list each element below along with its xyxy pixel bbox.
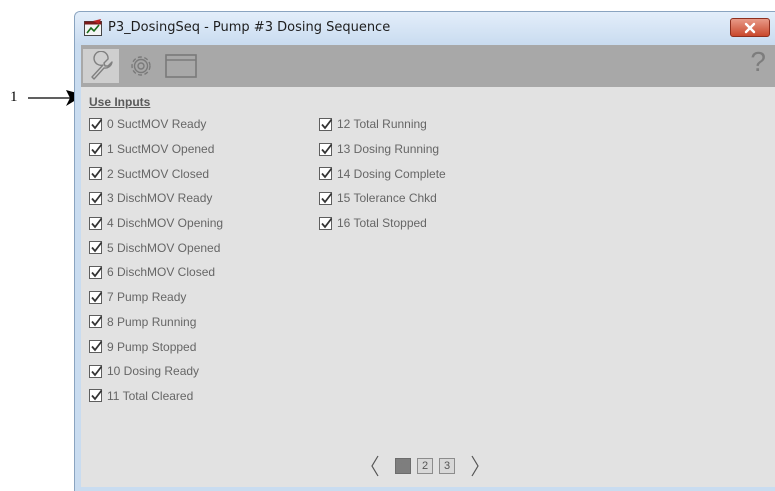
checkmark-icon bbox=[91, 390, 103, 401]
chevron-left-icon bbox=[371, 455, 379, 477]
checkbox[interactable] bbox=[89, 167, 103, 181]
section-title: Use Inputs bbox=[89, 95, 151, 109]
checkbox-row[interactable]: 2 SuctMOV Closed bbox=[89, 161, 223, 186]
checkbox-row[interactable]: 5 DischMOV Opened bbox=[89, 235, 223, 260]
checkbox-label: 16 Total Stopped bbox=[337, 216, 427, 231]
page-3-button[interactable]: 3 bbox=[439, 458, 455, 474]
checkmark-icon bbox=[321, 118, 333, 130]
checkbox[interactable] bbox=[89, 142, 103, 156]
checkbox[interactable] bbox=[89, 315, 103, 329]
checkmark-icon bbox=[91, 242, 103, 253]
page-navigator: 1 2 3 bbox=[366, 454, 484, 478]
checkmark-icon bbox=[91, 192, 103, 204]
inputs-column-right: 12 Total Running 13 Dosing Running 14 Do… bbox=[319, 112, 446, 235]
checkbox-label: 9 Pump Stopped bbox=[107, 339, 197, 354]
checkbox-row[interactable]: 16 Total Stopped bbox=[319, 211, 446, 236]
tab-configuration[interactable] bbox=[123, 49, 159, 83]
checkbox-label: 14 Dosing Complete bbox=[337, 166, 446, 181]
page-1-button[interactable]: 1 bbox=[395, 458, 411, 474]
next-page-button[interactable] bbox=[466, 454, 484, 478]
checkbox-row[interactable]: 0 SuctMOV Ready bbox=[89, 112, 223, 137]
checkbox[interactable] bbox=[89, 216, 103, 230]
checkbox[interactable] bbox=[319, 216, 333, 230]
checkbox-row[interactable]: 12 Total Running bbox=[319, 112, 446, 137]
inputs-column-left: 0 SuctMOV Ready 1 SuctMOV Opened 2 SuctM… bbox=[89, 112, 223, 408]
checkmark-icon bbox=[91, 340, 103, 352]
checkmark-icon bbox=[91, 168, 103, 179]
title-bar[interactable]: P3_DosingSeq - Pump #3 Dosing Sequence bbox=[75, 12, 775, 44]
checkbox-label: 0 SuctMOV Ready bbox=[107, 117, 207, 132]
checkmark-icon bbox=[321, 217, 333, 229]
checkmark-icon bbox=[321, 168, 333, 179]
gear-icon bbox=[131, 56, 151, 76]
checkbox-row[interactable]: 7 Pump Ready bbox=[89, 285, 223, 310]
checkbox-row[interactable]: 13 Dosing Running bbox=[319, 137, 446, 162]
checkbox[interactable] bbox=[319, 142, 333, 156]
checkbox-label: 4 DischMOV Opening bbox=[107, 216, 224, 231]
checkbox[interactable] bbox=[89, 241, 103, 255]
window-icon bbox=[165, 54, 197, 78]
checkbox-label: 10 Dosing Ready bbox=[107, 364, 200, 379]
tab-maintenance[interactable] bbox=[83, 49, 119, 83]
checkbox-label: 2 SuctMOV Closed bbox=[107, 166, 210, 181]
prev-page-button[interactable] bbox=[366, 454, 384, 478]
checkbox-row[interactable]: 11 Total Cleared bbox=[89, 384, 223, 409]
checkmark-icon bbox=[91, 316, 103, 327]
checkbox[interactable] bbox=[89, 117, 103, 131]
close-x-icon bbox=[744, 22, 756, 33]
checkbox[interactable] bbox=[319, 117, 333, 131]
checkmark-icon bbox=[321, 192, 333, 204]
checkmark-icon bbox=[91, 365, 103, 377]
checkbox[interactable] bbox=[319, 167, 333, 181]
use-inputs-panel: Use Inputs 0 SuctMOV Ready 1 SuctMOV Ope… bbox=[81, 87, 775, 487]
checkbox[interactable] bbox=[89, 265, 103, 279]
checkbox-row[interactable]: 4 DischMOV Opening bbox=[89, 211, 223, 236]
faceplate-window: P3_DosingSeq - Pump #3 Dosing Sequence ?… bbox=[74, 11, 775, 491]
checkbox-label: 3 DischMOV Ready bbox=[107, 191, 213, 206]
faceplate-app-icon bbox=[84, 19, 102, 36]
callout-number: 1 bbox=[10, 89, 18, 105]
faceplate-toolbar: ? bbox=[81, 45, 775, 87]
chevron-right-icon bbox=[471, 455, 479, 477]
checkbox-label: 13 Dosing Running bbox=[337, 142, 440, 157]
checkbox-label: 12 Total Running bbox=[337, 117, 427, 132]
window-title: P3_DosingSeq - Pump #3 Dosing Sequence bbox=[108, 20, 391, 35]
checkbox[interactable] bbox=[89, 364, 103, 378]
checkbox-label: 6 DischMOV Closed bbox=[107, 265, 216, 280]
checkbox-label: 7 Pump Ready bbox=[107, 290, 187, 305]
checkmark-icon bbox=[91, 118, 103, 130]
checkbox-label: 8 Pump Running bbox=[107, 314, 197, 329]
checkbox[interactable] bbox=[89, 191, 103, 205]
checkbox-label: 5 DischMOV Opened bbox=[107, 240, 221, 255]
close-button[interactable] bbox=[730, 18, 770, 37]
checkbox[interactable] bbox=[319, 191, 333, 205]
checkbox-label: 11 Total Cleared bbox=[107, 388, 194, 403]
checkbox-row[interactable]: 8 Pump Running bbox=[89, 310, 223, 335]
checkbox-row[interactable]: 10 Dosing Ready bbox=[89, 359, 223, 384]
checkmark-icon bbox=[91, 266, 103, 278]
checkmark-icon bbox=[91, 143, 103, 154]
checkbox[interactable] bbox=[89, 389, 103, 403]
checkbox[interactable] bbox=[89, 340, 103, 354]
wrench-icon bbox=[91, 51, 113, 80]
checkbox-row[interactable]: 9 Pump Stopped bbox=[89, 334, 223, 359]
checkmark-icon bbox=[91, 291, 103, 303]
checkbox-row[interactable]: 3 DischMOV Ready bbox=[89, 186, 223, 211]
checkmark-icon bbox=[91, 217, 103, 229]
checkbox-label: 15 Tolerance Chkd bbox=[337, 191, 437, 206]
checkbox[interactable] bbox=[89, 290, 103, 304]
tab-display[interactable] bbox=[163, 49, 199, 83]
checkbox-row[interactable]: 6 DischMOV Closed bbox=[89, 260, 223, 285]
page-2-button[interactable]: 2 bbox=[417, 458, 433, 474]
checkbox-row[interactable]: 15 Tolerance Chkd bbox=[319, 186, 446, 211]
checkbox-row[interactable]: 14 Dosing Complete bbox=[319, 161, 446, 186]
help-button[interactable]: ? bbox=[750, 46, 766, 78]
checkmark-icon bbox=[321, 143, 333, 154]
checkbox-row[interactable]: 1 SuctMOV Opened bbox=[89, 137, 223, 162]
checkbox-label: 1 SuctMOV Opened bbox=[107, 142, 215, 157]
